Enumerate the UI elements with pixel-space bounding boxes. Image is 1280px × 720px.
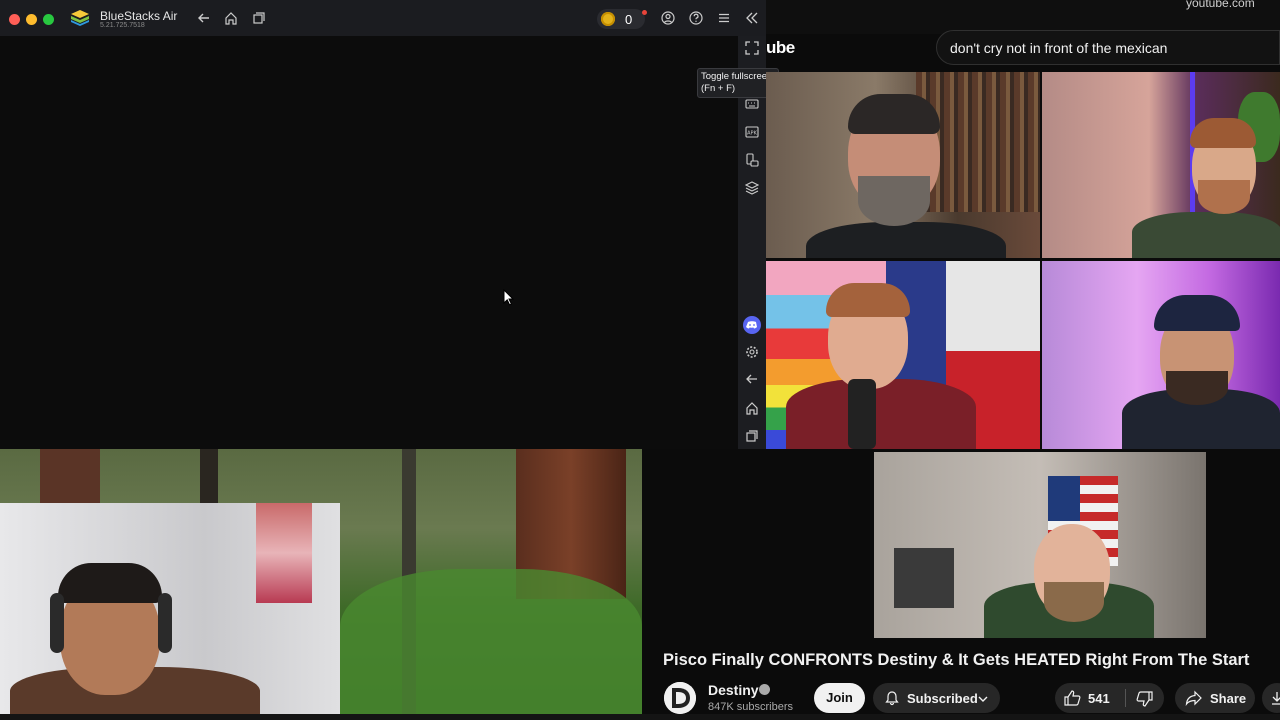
recent-apps-icon[interactable] bbox=[252, 11, 266, 25]
help-icon[interactable] bbox=[689, 11, 703, 25]
share-icon bbox=[1185, 690, 1202, 706]
subscribed-label: Subscribed bbox=[907, 691, 978, 706]
dislike-icon[interactable] bbox=[1136, 691, 1153, 707]
keyboard-icon[interactable] bbox=[745, 97, 759, 111]
download-icon bbox=[1272, 692, 1280, 705]
like-divider bbox=[1125, 689, 1126, 707]
emulator-screen[interactable] bbox=[0, 36, 738, 449]
discord-icon[interactable] bbox=[743, 316, 761, 334]
video-cam-center-bottom[interactable] bbox=[874, 452, 1206, 638]
svg-text:APK: APK bbox=[747, 131, 757, 137]
coin-count: 0 bbox=[625, 12, 633, 27]
subscribed-button[interactable]: Subscribed bbox=[873, 683, 1000, 713]
address-bar-url[interactable]: youtube.com bbox=[1186, 0, 1255, 10]
back-icon[interactable] bbox=[745, 372, 759, 386]
settings-gear-icon[interactable] bbox=[745, 345, 759, 359]
share-button[interactable]: Share bbox=[1175, 683, 1255, 713]
tooltip-shortcut: (Fn + F) bbox=[701, 83, 736, 94]
back-arrow-icon[interactable] bbox=[197, 11, 211, 25]
rotate-screen-icon[interactable] bbox=[745, 153, 759, 167]
video-cam-top-left[interactable] bbox=[766, 72, 1040, 258]
fullscreen-icon[interactable] bbox=[745, 41, 759, 55]
video-title: Pisco Finally CONFRONTS Destiny & It Get… bbox=[663, 651, 1250, 669]
menu-icon[interactable] bbox=[717, 11, 731, 25]
youtube-search-input[interactable]: don't cry not in front of the mexican bbox=[936, 30, 1280, 65]
collapse-sidebar-icon[interactable] bbox=[745, 11, 759, 25]
like-dislike-group: 541 bbox=[1055, 683, 1164, 713]
mouse-cursor-icon bbox=[503, 289, 515, 306]
maximize-window-button[interactable] bbox=[43, 14, 54, 25]
bluestacks-logo-icon bbox=[71, 10, 89, 26]
verified-badge-icon bbox=[759, 684, 770, 695]
like-count: 541 bbox=[1088, 691, 1110, 706]
tooltip-title: Toggle fullscreen bbox=[701, 71, 773, 82]
bluestacks-titlebar: BlueStacks Air 5.21.725.7518 0 bbox=[0, 0, 766, 37]
app-version: 5.21.725.7518 bbox=[100, 22, 145, 29]
home-icon[interactable] bbox=[224, 11, 238, 25]
bell-icon bbox=[885, 691, 899, 706]
video-cam-top-right[interactable] bbox=[1042, 72, 1280, 258]
streamer-webcam[interactable] bbox=[0, 503, 340, 714]
channel-name[interactable]: Destiny bbox=[708, 682, 759, 698]
video-cam-bottom-left[interactable] bbox=[766, 261, 1040, 449]
apk-install-icon[interactable]: APK bbox=[745, 125, 759, 139]
app-title: BlueStacks Air bbox=[100, 9, 178, 23]
coin-balance[interactable]: 0 bbox=[597, 9, 645, 29]
video-cam-bottom-right[interactable] bbox=[1042, 261, 1280, 449]
destiny-logo-icon bbox=[664, 682, 696, 714]
layers-icon[interactable] bbox=[745, 181, 759, 195]
video-progress-bar[interactable] bbox=[0, 714, 1280, 720]
subscriber-count: 847K subscribers bbox=[708, 701, 793, 713]
chevron-down-icon bbox=[978, 696, 988, 702]
home-icon[interactable] bbox=[745, 401, 759, 415]
account-icon[interactable] bbox=[661, 11, 675, 25]
coin-icon bbox=[601, 12, 615, 26]
like-icon[interactable] bbox=[1064, 690, 1081, 706]
notification-dot bbox=[642, 10, 647, 15]
close-window-button[interactable] bbox=[9, 14, 20, 25]
recent-apps-icon[interactable] bbox=[745, 429, 759, 443]
search-query: don't cry not in front of the mexican bbox=[950, 40, 1168, 56]
join-button[interactable]: Join bbox=[814, 683, 865, 713]
share-label: Share bbox=[1210, 691, 1247, 706]
youtube-logo[interactable]: ube bbox=[766, 38, 795, 58]
minimize-window-button[interactable] bbox=[26, 14, 37, 25]
more-actions-button[interactable] bbox=[1262, 683, 1280, 713]
channel-avatar[interactable] bbox=[664, 682, 696, 714]
